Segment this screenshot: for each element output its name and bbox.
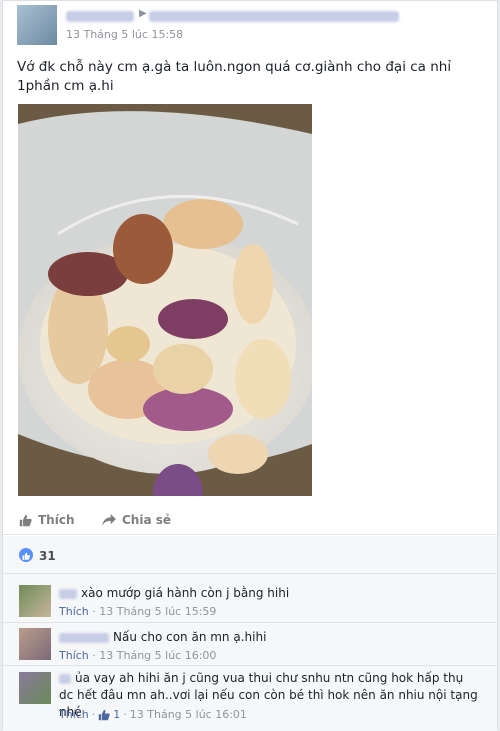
food-photo-image xyxy=(18,104,312,496)
reaction-count[interactable]: 31 xyxy=(39,549,56,563)
post-photo[interactable] xyxy=(18,104,312,496)
commenter-name-redacted[interactable] xyxy=(59,673,71,684)
comment-like-link[interactable]: Thích xyxy=(59,708,89,721)
thumbs-up-icon xyxy=(99,709,111,720)
comment-divider xyxy=(3,665,497,666)
comment-timestamp[interactable]: 13 Tháng 5 lúc 15:59 xyxy=(99,605,216,618)
post-timestamp[interactable]: 13 Tháng 5 lúc 15:58 xyxy=(66,28,183,41)
comment-like-link[interactable]: Thích xyxy=(59,605,89,618)
comment-body: xào mướp giá hành còn j bằng hihi xyxy=(59,585,479,602)
reactions-summary: 31 xyxy=(3,536,497,574)
commenter-avatar[interactable] xyxy=(19,672,51,704)
commenter-avatar[interactable] xyxy=(19,585,51,617)
thumbs-up-icon xyxy=(19,514,32,526)
comment-meta: Thích · 13 Tháng 5 lúc 15:59 xyxy=(59,605,216,618)
comment-like-link[interactable]: Thích xyxy=(59,649,89,662)
comment-timestamp[interactable]: 13 Tháng 5 lúc 16:00 xyxy=(99,649,216,662)
meta-separator: · xyxy=(91,708,96,721)
commenter-name-redacted[interactable] xyxy=(59,632,109,643)
group-name-redacted[interactable] xyxy=(149,11,399,22)
meta-separator: · xyxy=(123,708,127,721)
author-avatar[interactable] xyxy=(17,5,57,45)
like-button-label: Thích xyxy=(38,513,75,527)
comment-like-count[interactable]: 1 xyxy=(113,708,120,721)
post-actions-bar: Thích Chia sẻ xyxy=(3,507,497,535)
comment-body: Nấu cho con ăn mn ạ.hihi xyxy=(59,629,479,646)
like-reaction-icon xyxy=(19,548,33,562)
share-arrow-icon xyxy=(102,514,116,526)
post-card: ▶ 13 Tháng 5 lúc 15:58 Vớ đk chỗ này cm … xyxy=(2,0,498,731)
comment-text: Nấu cho con ăn mn ạ.hihi xyxy=(113,630,267,644)
comment-text: xào mướp giá hành còn j bằng hihi xyxy=(81,586,290,600)
post-body: Vớ đk chỗ này cm ạ.gà ta luôn.ngon quá c… xyxy=(17,59,452,94)
share-button-label: Chia sẻ xyxy=(122,513,172,527)
comment-meta: Thích · 1 · 13 Tháng 5 lúc 16:01 xyxy=(59,708,247,721)
comment-meta: Thích · 13 Tháng 5 lúc 16:00 xyxy=(59,649,216,662)
commenter-name-redacted[interactable] xyxy=(59,588,77,599)
post-header: ▶ 13 Tháng 5 lúc 15:58 xyxy=(3,1,497,47)
commenter-avatar[interactable] xyxy=(19,628,51,660)
comment-timestamp[interactable]: 13 Tháng 5 lúc 16:01 xyxy=(130,708,247,721)
comment-divider xyxy=(3,622,497,623)
arrow-right-icon: ▶ xyxy=(139,8,147,19)
like-button[interactable]: Thích xyxy=(19,513,75,527)
comments-section: xào mướp giá hành còn j bằng hihi Thích … xyxy=(3,574,497,731)
share-button[interactable]: Chia sẻ xyxy=(102,513,171,527)
author-name-redacted[interactable] xyxy=(66,11,134,22)
